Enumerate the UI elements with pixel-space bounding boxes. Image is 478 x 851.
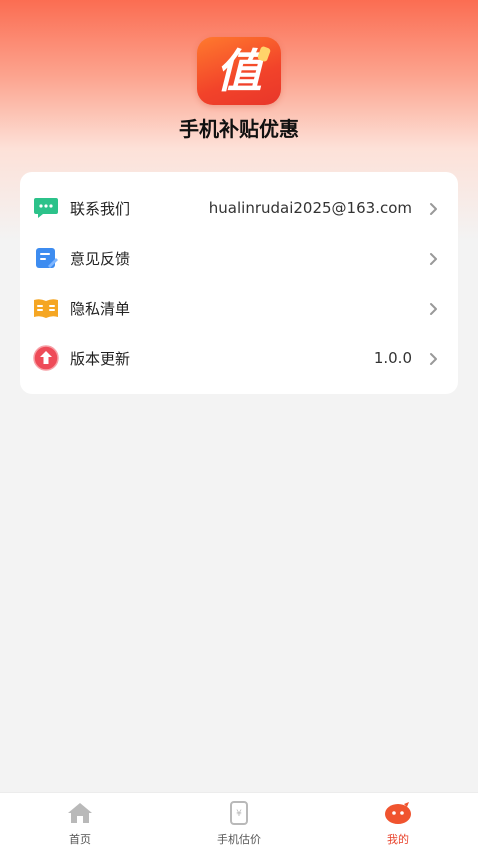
tab-phone-price[interactable]: ¥ 手机估价 [159,793,319,851]
chevron-right-icon [428,251,438,265]
tab-label: 首页 [69,833,91,846]
edit-icon [33,245,59,271]
tab-profile[interactable]: 我的 [318,793,478,851]
home-icon [66,801,94,825]
chevron-right-icon [428,301,438,315]
app-name: 手机补贴优惠 [179,117,299,141]
phone-price-icon: ¥ [225,801,253,825]
settings-card: 联系我们 hualinrudai2025@163.com 意见反馈 隐私清单 版… [20,172,458,394]
tab-label: 手机估价 [217,833,261,846]
version-number: 1.0.0 [373,349,412,367]
menu-item-label: 隐私清单 [70,299,131,318]
profile-icon [384,801,412,825]
tab-label: 我的 [387,833,409,846]
menu-item-label: 意见反馈 [70,249,131,268]
chevron-right-icon [428,201,438,215]
menu-item-label: 版本更新 [70,349,131,368]
chat-icon [33,195,59,221]
menu-item-label: 联系我们 [70,199,131,218]
menu-item-version[interactable]: 版本更新 1.0.0 [20,333,458,383]
contact-email: hualinrudai2025@163.com [208,199,412,217]
book-icon [33,295,59,321]
tab-home[interactable]: 首页 [0,793,160,851]
menu-item-feedback[interactable]: 意见反馈 [20,233,458,283]
bottom-tab-bar: 首页 ¥ 手机估价 我的 [0,792,478,851]
upload-icon [33,345,59,371]
menu-item-contact[interactable]: 联系我们 hualinrudai2025@163.com [20,183,458,233]
chevron-right-icon [428,351,438,365]
svg-text:¥: ¥ [236,809,242,819]
app-logo: 值 [197,37,281,105]
menu-item-privacy[interactable]: 隐私清单 [20,283,458,333]
